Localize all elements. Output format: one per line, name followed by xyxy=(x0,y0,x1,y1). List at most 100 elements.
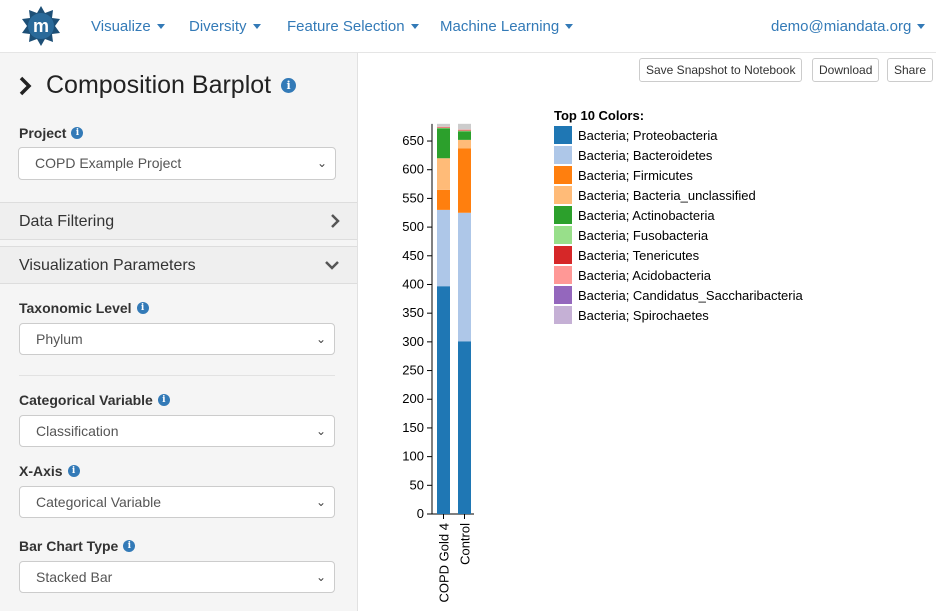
caret-down-icon xyxy=(156,24,165,29)
info-icon[interactable]: i xyxy=(71,127,84,139)
share-button[interactable]: Share xyxy=(887,58,934,82)
y-tick-label: 200 xyxy=(402,391,424,406)
caret-down-icon xyxy=(917,24,926,29)
x-tick-label: Control xyxy=(458,523,473,565)
info-icon[interactable]: i xyxy=(67,465,80,477)
visualization-parameters-section[interactable]: Visualization Parameters xyxy=(0,246,357,284)
info-icon[interactable]: i xyxy=(157,394,170,406)
legend-item: Bacteria; Spirochaetes xyxy=(554,306,709,324)
bar-segment xyxy=(437,158,450,190)
user-menu[interactable]: demo@miandata.org xyxy=(771,18,926,35)
bar-segment xyxy=(458,341,471,514)
chevron-down-icon: ⌄ xyxy=(316,156,327,170)
legend-item: Bacteria; Proteobacteria xyxy=(554,126,717,144)
chevron-right-icon xyxy=(331,214,340,228)
legend-title: Top 10 Colors: xyxy=(554,108,645,123)
download-button[interactable]: Download xyxy=(812,58,880,82)
nav-feature-selection[interactable]: Feature Selection xyxy=(287,18,419,35)
y-tick-label: 400 xyxy=(402,276,424,291)
legend-item: Bacteria; Bacteroidetes xyxy=(554,146,712,164)
mian-logo-icon[interactable]: m xyxy=(20,5,62,47)
y-tick-label: 450 xyxy=(402,248,424,263)
panel-title: Composition Barplot i xyxy=(18,71,297,100)
page-title: Composition Barplot xyxy=(46,71,272,99)
y-tick-label: 0 xyxy=(417,506,424,521)
nav-diversity[interactable]: Diversity xyxy=(189,18,261,35)
bar-segment xyxy=(437,127,450,128)
project-select[interactable]: COPD Example Project ⌄ xyxy=(18,147,336,180)
legend-item: Bacteria; Fusobacteria xyxy=(554,226,708,244)
y-tick-label: 600 xyxy=(402,162,424,177)
nav-machine-learning[interactable]: Machine Learning xyxy=(440,18,574,35)
bar-segment-other xyxy=(458,123,471,130)
bar-segment xyxy=(458,129,471,131)
chevron-down-icon xyxy=(325,261,339,270)
y-tick-label: 350 xyxy=(402,305,424,320)
legend-swatch xyxy=(554,206,572,224)
info-icon[interactable]: i xyxy=(281,78,297,93)
bar-segment xyxy=(437,128,450,159)
categorical-variable-select[interactable]: Classification ⌄ xyxy=(19,415,335,447)
legend-swatch xyxy=(554,166,572,184)
legend-swatch xyxy=(554,226,572,244)
legend-label: Bacteria; Proteobacteria xyxy=(578,127,718,143)
bar-segment xyxy=(458,130,471,131)
bar-segment xyxy=(458,130,471,132)
chevron-right-icon[interactable] xyxy=(18,75,32,97)
legend-label: Bacteria; Acidobacteria xyxy=(578,267,711,283)
categorical-variable-label: Categorical Variable i xyxy=(19,392,170,408)
bar-chart-type-label: Bar Chart Type i xyxy=(19,538,136,554)
legend-swatch xyxy=(554,186,572,204)
chevron-down-icon: ⌄ xyxy=(315,570,326,584)
save-snapshot-button[interactable]: Save Snapshot to Notebook xyxy=(639,58,803,82)
caret-down-icon xyxy=(252,24,261,29)
bar-segment xyxy=(458,139,471,149)
caret-down-icon xyxy=(410,24,419,29)
bar-segment xyxy=(437,126,450,128)
info-icon[interactable]: i xyxy=(123,540,136,552)
caret-down-icon xyxy=(565,24,574,29)
legend-label: Bacteria; Bacteroidetes xyxy=(578,147,713,163)
legend-swatch xyxy=(554,246,572,264)
y-tick-label: 300 xyxy=(402,334,424,349)
legend-label: Bacteria; Candidatus_Saccharibacteria xyxy=(578,287,803,303)
y-tick-label: 250 xyxy=(402,363,424,378)
legend-item: Bacteria; Firmicutes xyxy=(554,166,693,184)
legend-label: Bacteria; Bacteria_unclassified xyxy=(578,187,756,203)
data-filtering-section[interactable]: Data Filtering xyxy=(0,202,357,240)
chevron-down-icon: ⌄ xyxy=(315,332,326,346)
y-tick-label: 50 xyxy=(410,477,424,492)
legend-swatch xyxy=(554,286,572,304)
bar-segment-other xyxy=(437,123,450,127)
legend-item: Bacteria; Tenericutes xyxy=(554,246,699,264)
svg-text:m: m xyxy=(33,16,49,36)
top-navbar: m Visualize Diversity Feature Selection … xyxy=(0,0,936,53)
legend-swatch xyxy=(554,126,572,144)
legend-label: Bacteria; Firmicutes xyxy=(578,167,693,183)
taxonomic-level-label: Taxonomic Level i xyxy=(19,300,149,316)
bar-segment xyxy=(437,189,450,210)
x-tick-label: COPD Gold 4 xyxy=(437,523,452,602)
legend-label: Bacteria; Spirochaetes xyxy=(578,307,709,323)
bar-segment xyxy=(458,131,471,140)
legend-swatch xyxy=(554,266,572,284)
y-tick-label: 500 xyxy=(402,219,424,234)
composition-barplot-chart: 0 50 100 150 200 250 300 350 400 450 500 550 600 650 C… xyxy=(402,123,474,602)
x-axis-select[interactable]: Categorical Variable ⌄ xyxy=(19,486,335,518)
legend-item: Bacteria; Bacteria_unclassified xyxy=(554,186,756,204)
chevron-down-icon: ⌄ xyxy=(315,424,326,438)
legend-item: Bacteria; Candidatus_Saccharibacteria xyxy=(554,286,803,304)
sidebar-panel: Composition Barplot i Project i COPD Exam… xyxy=(0,53,358,611)
legend-label: Bacteria; Fusobacteria xyxy=(578,227,709,243)
bar-chart-type-select[interactable]: Stacked Bar ⌄ xyxy=(19,561,335,593)
legend-swatch xyxy=(554,146,572,164)
y-tick-label: 650 xyxy=(402,133,424,148)
bar-segment xyxy=(458,212,471,342)
nav-visualize[interactable]: Visualize xyxy=(91,18,165,35)
info-icon[interactable]: i xyxy=(136,302,149,314)
bar-segment xyxy=(458,148,471,213)
legend-label: Bacteria; Actinobacteria xyxy=(578,207,715,223)
taxonomic-level-select[interactable]: Phylum ⌄ xyxy=(19,323,335,355)
y-tick-label: 550 xyxy=(402,190,424,205)
legend-label: Bacteria; Tenericutes xyxy=(578,247,700,263)
